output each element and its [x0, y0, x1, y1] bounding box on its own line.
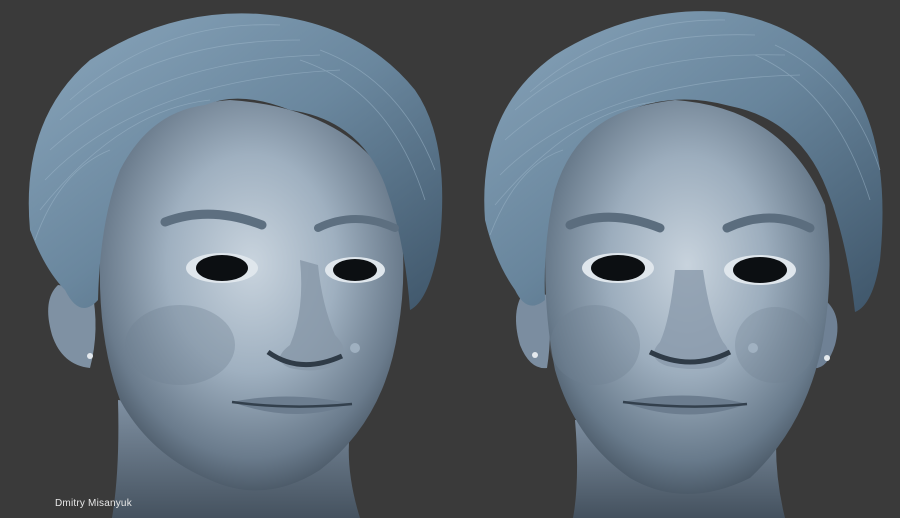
sculpt-render-left	[0, 0, 455, 518]
sculpt-render-right	[455, 0, 900, 518]
render-canvas: Dmitry Misanyuk	[0, 0, 900, 518]
artist-signature: Dmitry Misanyuk	[55, 498, 132, 509]
